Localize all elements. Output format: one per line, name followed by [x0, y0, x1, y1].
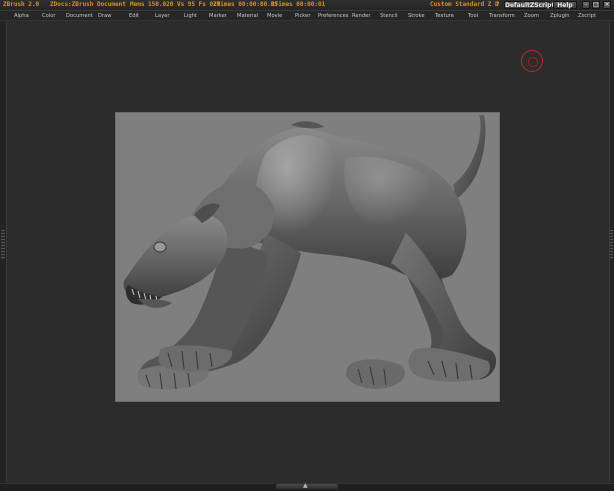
- zbrush-window: ZBrush 2.0 ZDocs:ZBrush Document Mems 15…: [0, 0, 614, 491]
- menu-color[interactable]: Color: [42, 12, 56, 20]
- menu-material[interactable]: Material: [237, 12, 258, 20]
- menu-movie[interactable]: Movie: [267, 12, 282, 20]
- ztimes-status: ZTimes 00:00:00.05: [213, 1, 279, 8]
- menu-picker[interactable]: Picker: [295, 12, 310, 20]
- menu-light[interactable]: Light: [184, 12, 197, 20]
- menu-stroke[interactable]: Stroke: [408, 12, 425, 20]
- menu-texture[interactable]: Texture: [435, 12, 454, 20]
- restore-icon[interactable]: □: [592, 1, 600, 9]
- menu-preferences[interactable]: Preferences: [318, 12, 349, 20]
- left-tray-grip[interactable]: [1, 230, 5, 260]
- menu-bar: Alpha Color Document Draw Edit Layer Lig…: [0, 11, 614, 21]
- document-canvas[interactable]: [116, 113, 499, 401]
- menu-zscript[interactable]: Zscript: [578, 12, 596, 20]
- menu-document[interactable]: Document: [66, 12, 93, 20]
- title-bar: ZBrush 2.0 ZDocs:ZBrush Document Mems 15…: [0, 0, 614, 11]
- document-title: ZDocs:ZBrush Document: [50, 1, 126, 8]
- menu-tool[interactable]: Tool: [468, 12, 478, 20]
- minimize-icon[interactable]: –: [582, 1, 590, 9]
- menu-zoom[interactable]: Zoom: [524, 12, 539, 20]
- bottom-tray-handle[interactable]: ▲: [276, 482, 338, 489]
- menu-edit[interactable]: Edit: [129, 12, 139, 20]
- menu-marker[interactable]: Marker: [209, 12, 227, 20]
- close-icon[interactable]: ×: [603, 1, 611, 9]
- menu-render[interactable]: Render: [352, 12, 370, 20]
- brush-cursor: [521, 50, 543, 72]
- memory-status: Mems 150.020 Vs 95 Fs 020: [130, 1, 221, 8]
- menu-draw[interactable]: Draw: [98, 12, 112, 20]
- sculpted-creature-model[interactable]: [116, 113, 499, 401]
- help-button[interactable]: Help: [553, 1, 577, 9]
- layout-selector[interactable]: Custom Standard Z D: [430, 1, 499, 9]
- app-title: ZBrush 2.0: [3, 1, 40, 8]
- rtimes-status: RTimes 00:00:01: [271, 1, 326, 8]
- menu-transform[interactable]: Transform: [489, 12, 515, 20]
- menu-alpha[interactable]: Alpha: [14, 12, 29, 20]
- menu-zplugin[interactable]: Zplugin: [550, 12, 570, 20]
- help-marker[interactable]: ?: [496, 1, 499, 8]
- default-zscript-button[interactable]: DefaultZScript: [504, 1, 554, 9]
- menu-layer[interactable]: Layer: [155, 12, 169, 20]
- menu-stencil[interactable]: Stencil: [380, 12, 398, 20]
- chevron-up-icon: ▲: [303, 482, 308, 489]
